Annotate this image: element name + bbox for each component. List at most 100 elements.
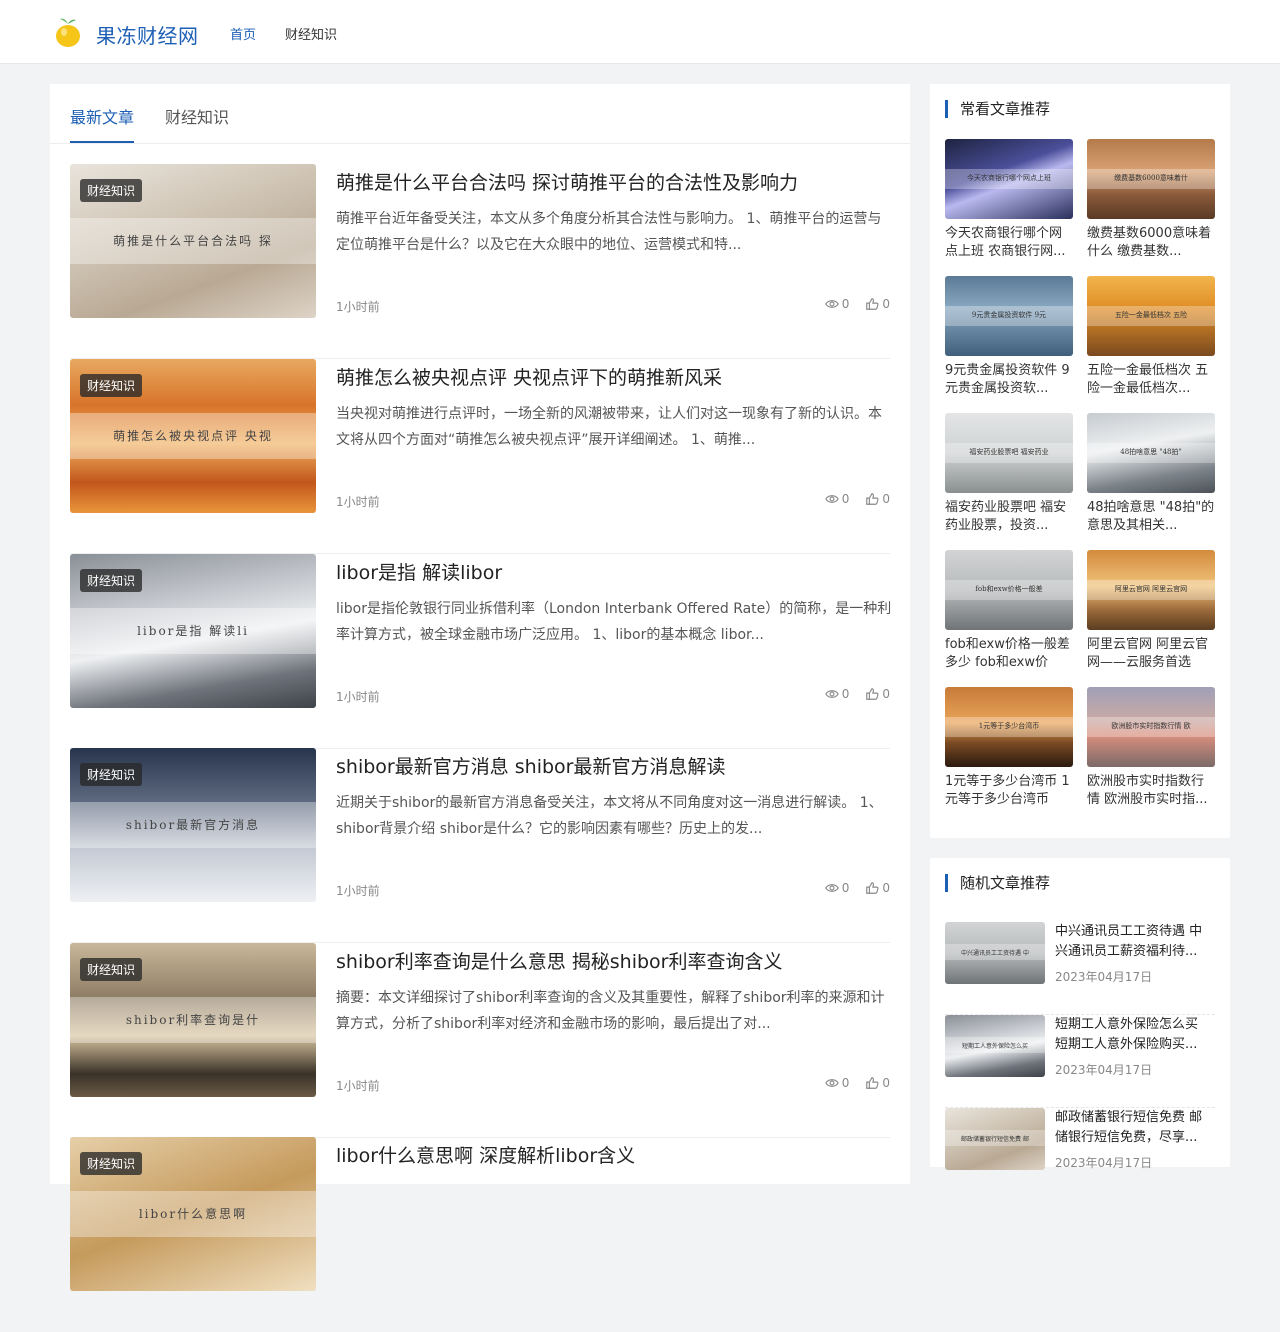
popular-article-thumbnail[interactable]: 9元贵金属投资软件 9元	[945, 276, 1073, 356]
category-badge[interactable]: 财经知识	[80, 374, 143, 397]
article-title[interactable]: libor什么意思啊 深度解析libor含义	[336, 1141, 635, 1168]
random-article-item[interactable]: 短期工人意外保险怎么买 短期工人意外保险怎么买 短期工人意外保险购买... 20…	[945, 1015, 1215, 1108]
popular-article-thumbnail[interactable]: 阿里云官网 阿里云官网	[1087, 550, 1215, 630]
thumbs-up-icon[interactable]	[865, 492, 879, 506]
popular-article-thumbnail[interactable]: 48拍啥意思 "48拍"	[1087, 413, 1215, 493]
popular-article-title[interactable]: 9元贵金属投资软件 9元贵金属投资软...	[945, 362, 1073, 398]
category-badge[interactable]: 财经知识	[80, 958, 143, 981]
nav-home[interactable]: 首页	[230, 24, 256, 43]
nav-finance-knowledge[interactable]: 财经知识	[285, 24, 337, 43]
popular-article-thumbnail[interactable]: 五险一金最低档次 五险	[1087, 276, 1215, 356]
random-article-item[interactable]: 邮政储蓄银行短信免费 邮 邮政储蓄银行短信免费 邮储银行短信免费，尽享... 2…	[945, 1108, 1215, 1201]
article-tabs: 最新文章 财经知识	[50, 84, 910, 144]
random-article-thumbnail[interactable]: 中兴通讯员工工资待遇 中	[945, 922, 1045, 984]
popular-article-item[interactable]: 阿里云官网 阿里云官网 阿里云官网 阿里云官网——云服务首选	[1087, 550, 1215, 672]
random-article-date: 2023年04月17日	[1055, 1156, 1153, 1170]
random-article-thumbnail[interactable]: 邮政储蓄银行短信免费 邮	[945, 1108, 1045, 1170]
popular-article-title[interactable]: 欧洲股市实时指数行情 欧洲股市实时指...	[1087, 773, 1215, 809]
random-article-date: 2023年04月17日	[1055, 1063, 1153, 1077]
article-time: 1小时前	[336, 884, 380, 898]
article-excerpt: libor是指伦敦银行同业拆借利率（London Interbank Offer…	[336, 601, 892, 643]
random-article-title[interactable]: 中兴通讯员工工资待遇 中兴通讯员工薪资福利待...	[1055, 922, 1215, 962]
popular-articles-heading: 常看文章推荐	[945, 100, 1050, 118]
popular-article-title[interactable]: 48拍啥意思 "48拍"的意思及其相关...	[1087, 499, 1215, 535]
article-thumbnail[interactable]: 萌推是什么平台合法吗 探 财经知识	[70, 164, 316, 318]
like-count[interactable]: 0	[865, 297, 890, 311]
article-item: shibor最新官方消息 财经知识 shibor最新官方消息 shibor最新官…	[70, 748, 890, 943]
article-thumbnail[interactable]: shibor最新官方消息 财经知识	[70, 748, 316, 902]
view-count: 0	[824, 1076, 849, 1090]
popular-article-item[interactable]: 今天农商银行哪个网点上班 今天农商银行哪个网点上班 农商银行网...	[945, 139, 1073, 261]
article-title[interactable]: 萌推怎么被央视点评 央视点评下的萌推新风采	[336, 363, 722, 390]
view-count: 0	[824, 297, 849, 311]
article-thumbnail[interactable]: shibor利率查询是什 财经知识	[70, 943, 316, 1097]
article-title[interactable]: shibor最新官方消息 shibor最新官方消息解读	[336, 752, 725, 779]
article-time: 1小时前	[336, 495, 380, 509]
popular-article-thumbnail[interactable]: 今天农商银行哪个网点上班	[945, 139, 1073, 219]
thumbs-up-icon[interactable]	[865, 687, 879, 701]
popular-article-title[interactable]: 今天农商银行哪个网点上班 农商银行网...	[945, 225, 1073, 261]
popular-article-item[interactable]: 欧洲股市实时指数行情 欧 欧洲股市实时指数行情 欧洲股市实时指...	[1087, 687, 1215, 809]
thumbs-up-icon[interactable]	[865, 1076, 879, 1090]
thumbnail-text: shibor最新官方消息	[125, 818, 261, 832]
eye-icon	[824, 300, 839, 308]
like-count[interactable]: 0	[865, 881, 890, 895]
view-count: 0	[824, 687, 849, 701]
eye-icon	[824, 495, 839, 503]
article-title[interactable]: libor是指 解读libor	[336, 558, 502, 585]
thumbs-up-icon[interactable]	[865, 881, 879, 895]
view-count: 0	[824, 492, 849, 506]
thumbs-up-icon[interactable]	[865, 297, 879, 311]
site-name[interactable]: 果冻财经网	[96, 20, 199, 49]
popular-article-thumbnail[interactable]: fob和exw价格一般差	[945, 550, 1073, 630]
eye-icon	[824, 690, 839, 698]
article-title[interactable]: 萌推是什么平台合法吗 探讨萌推平台的合法性及影响力	[336, 168, 798, 195]
popular-article-title[interactable]: 阿里云官网 阿里云官网——云服务首选	[1087, 636, 1215, 672]
popular-article-thumbnail[interactable]: 1元等于多少台湾币	[945, 687, 1073, 767]
article-item: libor什么意思啊 财经知识 libor什么意思啊 深度解析libor含义	[70, 1137, 890, 1332]
article-thumbnail[interactable]: libor什么意思啊 财经知识	[70, 1137, 316, 1291]
article-title[interactable]: shibor利率查询是什么意思 揭秘shibor利率查询含义	[336, 947, 782, 974]
popular-article-title[interactable]: 五险一金最低档次 五险一金最低档次...	[1087, 362, 1215, 398]
tab-active-indicator	[70, 141, 134, 143]
apple-logo-icon[interactable]	[54, 16, 82, 48]
category-badge[interactable]: 财经知识	[80, 763, 143, 786]
like-count[interactable]: 0	[865, 1076, 890, 1090]
article-thumbnail[interactable]: 萌推怎么被央视点评 央视 财经知识	[70, 359, 316, 513]
eye-icon	[824, 1079, 839, 1087]
random-article-date: 2023年04月17日	[1055, 970, 1153, 984]
article-excerpt: 当央视对萌推进行点评时，一场全新的风潮被带来，让人们对这一现象有了新的认识。本文…	[336, 406, 882, 448]
popular-article-title[interactable]: 福安药业股票吧 福安药业股票，投资...	[945, 499, 1073, 535]
popular-article-item[interactable]: 缴费基数6000意味着什 缴费基数6000意味着什么 缴费基数...	[1087, 139, 1215, 261]
random-article-thumbnail[interactable]: 短期工人意外保险怎么买	[945, 1015, 1045, 1077]
popular-article-thumbnail[interactable]: 福安药业股票吧 福安药业	[945, 413, 1073, 493]
popular-article-item[interactable]: 五险一金最低档次 五险 五险一金最低档次 五险一金最低档次...	[1087, 276, 1215, 398]
random-article-title[interactable]: 短期工人意外保险怎么买 短期工人意外保险购买...	[1055, 1015, 1215, 1055]
popular-article-title[interactable]: 缴费基数6000意味着什么 缴费基数...	[1087, 225, 1215, 261]
popular-article-thumbnail[interactable]: 欧洲股市实时指数行情 欧	[1087, 687, 1215, 767]
popular-article-title[interactable]: 1元等于多少台湾币 1元等于多少台湾币	[945, 773, 1073, 809]
category-badge[interactable]: 财经知识	[80, 1152, 143, 1175]
popular-article-item[interactable]: 48拍啥意思 "48拍" 48拍啥意思 "48拍"的意思及其相关...	[1087, 413, 1215, 535]
popular-article-item[interactable]: fob和exw价格一般差 fob和exw价格一般差多少 fob和exw价格...	[945, 550, 1073, 672]
popular-article-title[interactable]: fob和exw价格一般差多少 fob和exw价格...	[945, 636, 1073, 672]
popular-article-thumbnail[interactable]: 缴费基数6000意味着什	[1087, 139, 1215, 219]
popular-article-item[interactable]: 1元等于多少台湾币 1元等于多少台湾币 1元等于多少台湾币	[945, 687, 1073, 809]
article-thumbnail[interactable]: libor是指 解读li 财经知识	[70, 554, 316, 708]
category-badge[interactable]: 财经知识	[80, 179, 143, 202]
popular-article-item[interactable]: 9元贵金属投资软件 9元 9元贵金属投资软件 9元贵金属投资软...	[945, 276, 1073, 398]
thumbnail-text: 萌推怎么被央视点评 央视	[113, 429, 273, 443]
popular-article-item[interactable]: 福安药业股票吧 福安药业 福安药业股票吧 福安药业股票，投资...	[945, 413, 1073, 535]
random-article-item[interactable]: 中兴通讯员工工资待遇 中 中兴通讯员工工资待遇 中兴通讯员工薪资福利待... 2…	[945, 922, 1215, 1015]
thumbnail-text: libor什么意思啊	[138, 1207, 248, 1221]
tab-latest[interactable]: 最新文章	[70, 104, 134, 128]
random-article-title[interactable]: 邮政储蓄银行短信免费 邮储银行短信免费，尽享...	[1055, 1108, 1215, 1148]
like-count[interactable]: 0	[865, 492, 890, 506]
article-excerpt: 摘要：本文详细探讨了shibor利率查询的含义及其重要性，解释了shibor利率…	[336, 990, 885, 1032]
like-count[interactable]: 0	[865, 687, 890, 701]
view-count: 0	[824, 881, 849, 895]
category-badge[interactable]: 财经知识	[80, 569, 143, 592]
article-time: 1小时前	[336, 300, 380, 314]
tab-finance-knowledge[interactable]: 财经知识	[165, 104, 229, 128]
thumbnail-text: 萌推是什么平台合法吗 探	[113, 234, 273, 248]
